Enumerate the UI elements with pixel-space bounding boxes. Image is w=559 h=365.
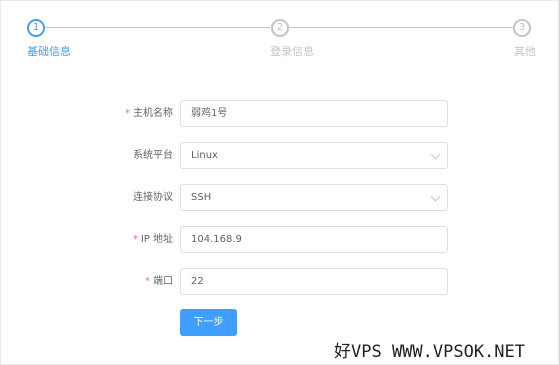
watermark: 好VPS WWW.VPSOK.NET (334, 342, 525, 362)
form-row-platform: 系统平台 Linux (0, 142, 559, 170)
ip-input[interactable]: 104.168.9 (180, 226, 448, 253)
hostname-label: * 主机名称 (125, 100, 173, 128)
form-row-ip: * IP 地址 104.168.9 (0, 226, 559, 254)
required-mark: * (145, 276, 150, 287)
platform-label: 系统平台 (133, 150, 173, 161)
form-row-port: * 端口 22 (0, 268, 559, 296)
port-value: 22 (191, 276, 204, 287)
steps-bar: 1 基础信息 2 登录信息 3 其他 (0, 0, 559, 70)
port-input[interactable]: 22 (180, 268, 448, 295)
protocol-label: 连接协议 (133, 192, 173, 203)
step-1-title: 基础信息 (27, 45, 71, 58)
form-row-protocol: 连接协议 SSH (0, 184, 559, 212)
required-mark: * (125, 108, 130, 119)
ip-value: 104.168.9 (191, 234, 242, 245)
step-3-icon: 3 (513, 19, 531, 37)
required-mark: * (132, 234, 138, 245)
ip-label-text: IP 地址 (140, 234, 173, 245)
platform-value: Linux (191, 150, 218, 161)
ip-label: * IP 地址 (133, 226, 173, 254)
port-label-text: 端口 (153, 276, 173, 287)
step-1-icon: 1 (27, 19, 45, 37)
step-connector-2 (289, 27, 513, 28)
chevron-down-icon (430, 191, 441, 202)
step-3-title: 其他 (514, 45, 536, 58)
hostname-label-text: 主机名称 (133, 108, 173, 119)
platform-select[interactable]: Linux (180, 142, 448, 169)
step-connector-1 (44, 27, 270, 28)
protocol-select[interactable]: SSH (180, 184, 448, 211)
chevron-down-icon (430, 149, 441, 160)
protocol-value: SSH (191, 192, 212, 203)
step-2-title: 登录信息 (270, 45, 314, 58)
step-2-icon: 2 (271, 19, 289, 37)
port-label: * 端口 (145, 268, 173, 296)
form-row-hostname: * 主机名称 弱鸡1号 (0, 100, 559, 128)
hostname-input[interactable]: 弱鸡1号 (180, 100, 448, 127)
hostname-value: 弱鸡1号 (191, 108, 228, 119)
next-step-button[interactable]: 下一步 (180, 309, 237, 336)
